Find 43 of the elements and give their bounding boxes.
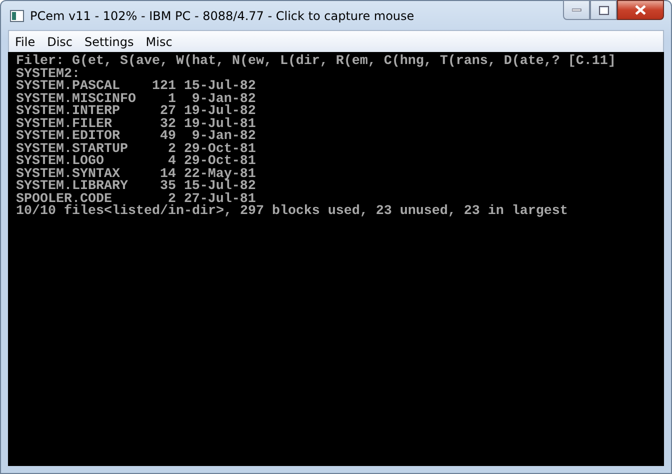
file-name: SYSTEM.FILER [16,118,112,131]
maximize-icon [598,6,608,14]
block-count: 2 [168,194,176,206]
filer-prompt: Filer: G(et, S(ave, W(hat, N(ew, L(dir, R(em, C(hng, T(rans, D(ate,? [C.11] [16,56,616,68]
block-count: 4 [168,156,176,168]
volume-name: SYSTEM2: [16,68,80,81]
file-date: 19-Jul-81 [184,118,256,131]
file-date: 29-Oct-81 [184,156,256,168]
file-name: SYSTEM.PASCAL [16,81,120,94]
file-date: 9-Jan-82 [192,131,256,144]
block-count: 27 [158,106,176,118]
close-icon [635,5,646,15]
minimize-icon [572,8,582,12]
block-count: 2 [166,144,176,156]
menu-item[interactable]: Misc [140,34,178,48]
block-count: 49 [158,131,176,144]
menu-item[interactable]: Disc [41,34,79,48]
file-date: 19-Jul-82 [184,106,256,118]
file-name: SYSTEM.EDITOR [16,131,120,144]
file-name: SYSTEM.LOGO [16,156,104,168]
block-count: 32 [158,118,176,131]
menu-item[interactable]: File [9,34,42,48]
menu-item[interactable]: Settings [78,34,140,48]
close-button[interactable] [617,0,664,20]
file-name: SYSTEM.MISCINFO [16,94,136,106]
app-icon [10,10,24,22]
file-date: 29-Oct-81 [184,144,256,156]
file-date: 9-Jan-82 [192,94,256,106]
maximize-button[interactable] [590,0,617,20]
file-date: 27-Jul-81 [184,194,256,206]
file-name: SYSTEM.INTERP [16,106,121,118]
directory-summary: 10/10 files<listed/in-dir>, 297 blocks used, 23 unused, 23 in largest [16,206,568,218]
block-count: 14 [158,168,176,181]
file-name: SYSTEM.SYNTAX [16,168,120,181]
file-date: 22-May-81 [184,168,256,181]
block-count: 35 [158,181,176,194]
block-count: 121 [150,81,176,94]
file-date: 15-Jul-82 [184,81,256,94]
file-date: 15-Jul-82 [184,181,256,194]
window-title: PCem v11 - 102% - IBM PC - 8088/4.77 - Click to capture mouse [30,8,416,22]
file-name: SYSTEM.LIBRARY [16,181,129,194]
file-name: SYSTEM.STARTUP [16,144,129,156]
block-count: 1 [168,94,176,106]
